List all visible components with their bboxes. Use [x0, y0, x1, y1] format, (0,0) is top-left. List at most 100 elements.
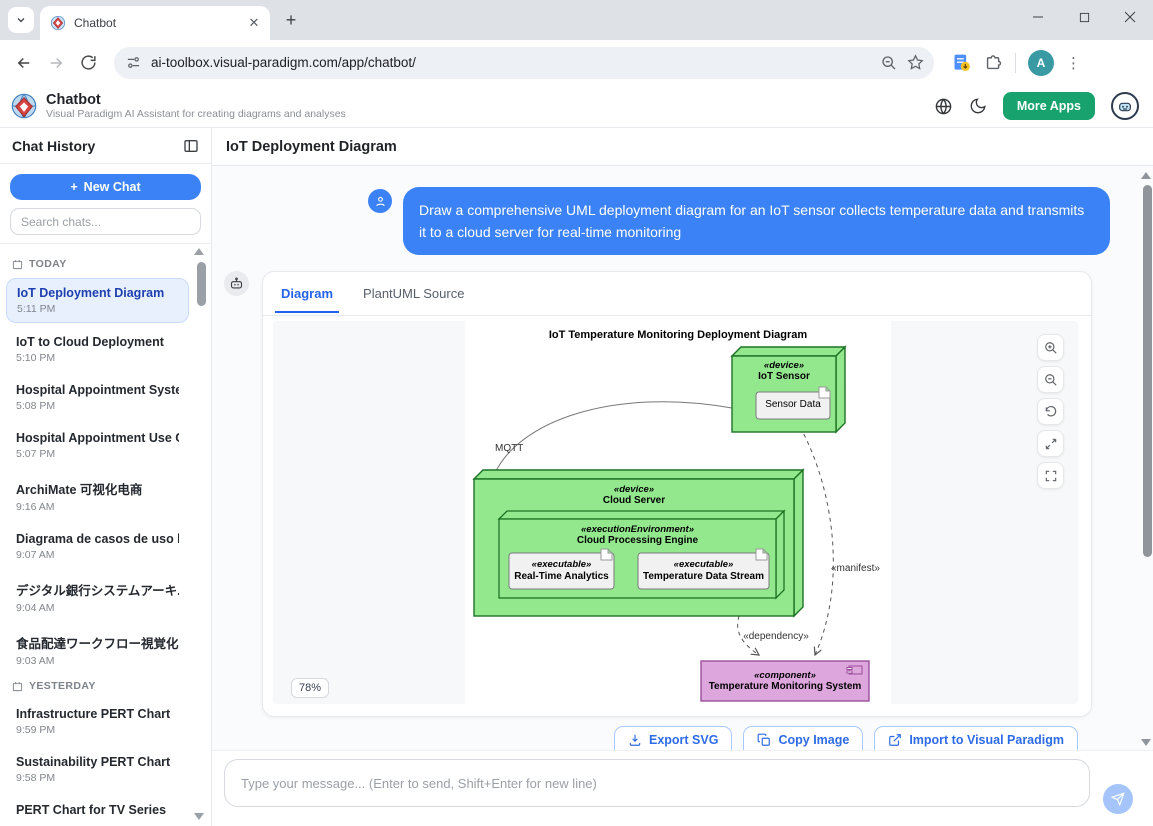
close-window-button[interactable] [1107, 0, 1153, 34]
minimize-button[interactable] [1015, 0, 1061, 34]
chatbot-face-icon[interactable] [1111, 92, 1139, 120]
diagram-viewport[interactable]: IoT Temperature Monitoring Deployment Di… [273, 321, 1078, 704]
chat-scrollbar[interactable] [1140, 168, 1152, 748]
chat-item[interactable]: Sustainability PERT Chart 9:58 PM [6, 748, 189, 791]
copy-image-button[interactable]: Copy Image [743, 726, 863, 750]
chrome-menu-icon[interactable]: ⋮ [1066, 54, 1081, 72]
chat-scroll-down-arrow[interactable] [1141, 739, 1151, 746]
chat-item-time: 5:11 PM [17, 303, 178, 315]
chat-item[interactable]: Infrastructure PERT Chart 9:59 PM [6, 700, 189, 743]
chat-item[interactable]: PERT Chart for TV Series [6, 796, 189, 824]
tab-plantuml-source[interactable]: PlantUML Source [361, 274, 466, 313]
zoom-in-button[interactable] [1037, 334, 1064, 361]
iot-sensor-stereotype: «device» [732, 360, 836, 371]
new-chat-button[interactable]: +New Chat [10, 174, 201, 200]
fit-to-screen-button[interactable] [1037, 430, 1064, 457]
more-apps-button[interactable]: More Apps [1003, 92, 1095, 120]
chat-scroll-up-arrow[interactable] [1141, 172, 1151, 179]
chat-item-title: IoT Deployment Diagram [17, 286, 178, 300]
new-tab-button[interactable]: + [278, 7, 304, 33]
chat-item[interactable]: Hospital Appointment Use C... 5:07 PM [6, 424, 189, 467]
reload-icon[interactable] [74, 49, 102, 77]
chat-item[interactable]: Hospital Appointment System 5:08 PM [6, 376, 189, 419]
app-subtitle: Visual Paradigm AI Assistant for creatin… [46, 108, 346, 121]
maximize-button[interactable] [1061, 0, 1107, 34]
search-chats-input[interactable] [10, 208, 201, 235]
browser-tab[interactable]: Chatbot ✕ [40, 6, 270, 40]
chat-item-title: Infrastructure PERT Chart [16, 707, 179, 721]
chat-item[interactable]: デジタル銀行システムアーキ... 9:04 AM [6, 573, 189, 621]
user-message-bubble: Draw a comprehensive UML deployment diag… [403, 187, 1110, 255]
analytics-name: Real-Time Analytics [509, 571, 614, 582]
monitoring-name: Temperature Monitoring System [701, 681, 869, 692]
sensor-data-artifact-label: Sensor Data [756, 399, 830, 410]
chat-item[interactable]: ArchiMate 可视化电商 9:16 AM [6, 472, 189, 520]
paper-plane-icon [1111, 792, 1125, 806]
calendar-icon [12, 259, 23, 270]
diagram-title: IoT Temperature Monitoring Deployment Di… [465, 329, 891, 341]
profile-avatar[interactable]: A [1028, 50, 1054, 76]
chat-item-time: 9:07 AM [16, 549, 179, 561]
extensions-puzzle-icon[interactable] [984, 53, 1003, 72]
app-header: Chatbot Visual Paradigm AI Assistant for… [0, 85, 1153, 128]
url-text[interactable]: ai-toolbox.visual-paradigm.com/app/chatb… [151, 55, 871, 70]
export-svg-button[interactable]: Export SVG [614, 726, 732, 750]
copy-icon [757, 733, 771, 747]
zoom-out-button[interactable] [1037, 366, 1064, 393]
reset-view-button[interactable] [1037, 398, 1064, 425]
sidebar-scroll-up-arrow[interactable] [194, 248, 204, 255]
cloud-server-name: Cloud Server [474, 495, 794, 506]
message-input-bar [212, 750, 1153, 826]
edge-label-manifest: «manifest» [831, 563, 901, 574]
address-bar[interactable]: ai-toolbox.visual-paradigm.com/app/chatb… [114, 47, 934, 79]
import-to-visual-paradigm-button[interactable]: Import to Visual Paradigm [874, 726, 1078, 750]
stream-stereotype: «executable» [638, 559, 769, 570]
chat-item-title: デジタル銀行システムアーキ... [16, 580, 179, 599]
chat-scrollbar-thumb[interactable] [1143, 185, 1152, 557]
chat-item[interactable]: 食品配達ワークフロー視覚化 9:03 AM [6, 626, 189, 674]
chat-item-title: Diagrama de casos de uso bi... [16, 532, 179, 546]
site-info-icon[interactable] [126, 55, 141, 70]
bookmark-star-icon[interactable] [907, 54, 924, 71]
sidebar-scroll-down-arrow[interactable] [194, 813, 204, 820]
chat-item-time: 9:03 AM [16, 655, 179, 667]
reading-list-icon[interactable] [952, 53, 972, 73]
collapse-sidebar-icon[interactable] [183, 138, 199, 154]
back-icon[interactable] [10, 49, 38, 77]
browser-window: Chatbot ✕ + ai-toolbox.visual-paradigm.c… [0, 0, 1153, 826]
chat-item[interactable]: Diagrama de casos de uso bi... 9:07 AM [6, 525, 189, 568]
chat-item-title: Sustainability PERT Chart [16, 755, 179, 769]
chat-item[interactable]: IoT to Cloud Deployment 5:10 PM [6, 328, 189, 371]
zoom-page-icon[interactable] [881, 55, 897, 71]
tab-search-chevron-icon[interactable] [8, 7, 34, 33]
language-globe-icon[interactable] [934, 97, 953, 116]
chat-item-time: 5:08 PM [16, 400, 179, 412]
calendar-icon [12, 681, 23, 692]
page-title: IoT Deployment Diagram [226, 139, 397, 155]
chat-history-sidebar: Chat History +New Chat TODAY IoT Deploym… [0, 128, 212, 826]
forward-icon[interactable] [42, 49, 70, 77]
engine-stereotype: «executionEnvironment» [499, 524, 776, 535]
edge-label-mqtt: MQTT [495, 443, 555, 454]
sidebar-scrollbar-thumb[interactable] [197, 262, 206, 306]
app-title: Chatbot [46, 92, 346, 108]
tab-diagram[interactable]: Diagram [279, 274, 335, 313]
user-avatar-icon [368, 189, 392, 213]
send-button[interactable] [1103, 784, 1133, 814]
chat-area: Draw a comprehensive UML deployment diag… [212, 166, 1153, 750]
chat-item-time: 9:59 PM [16, 724, 179, 736]
fullscreen-button[interactable] [1037, 462, 1064, 489]
chat-item-title: IoT to Cloud Deployment [16, 335, 179, 349]
visual-paradigm-logo [10, 92, 38, 120]
chat-item[interactable]: IoT Deployment Diagram 5:11 PM [6, 278, 189, 323]
window-controls [1015, 0, 1153, 34]
message-input[interactable] [224, 759, 1090, 807]
dark-mode-moon-icon[interactable] [969, 97, 987, 115]
section-yesterday: YESTERDAY [12, 680, 189, 692]
chat-item-time: 9:58 PM [16, 772, 179, 784]
chat-history-list[interactable]: TODAY IoT Deployment Diagram 5:11 PM IoT… [0, 244, 211, 826]
toolbar-divider [1015, 53, 1016, 73]
tab-title: Chatbot [74, 16, 238, 30]
tab-close-icon[interactable]: ✕ [246, 15, 262, 31]
chat-item-title: ArchiMate 可视化电商 [16, 479, 179, 498]
